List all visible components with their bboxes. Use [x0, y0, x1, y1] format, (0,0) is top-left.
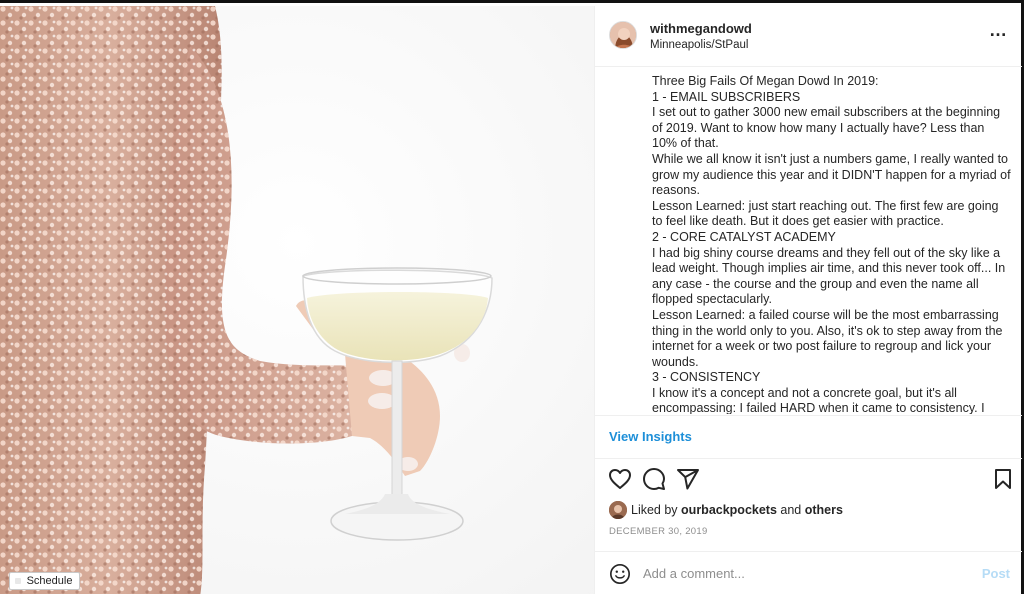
- caption-line: While we all know it isn't just a number…: [652, 151, 1011, 198]
- comment-icon[interactable]: [642, 467, 666, 491]
- view-insights-link[interactable]: View Insights: [609, 429, 692, 444]
- avatar-photo: [610, 22, 636, 48]
- caption-line: Lesson Learned: just start reaching out.…: [652, 198, 999, 229]
- post-button[interactable]: Post: [982, 566, 1010, 581]
- schedule-button[interactable]: Schedule: [9, 572, 80, 590]
- liked-prefix: Liked by: [631, 503, 678, 517]
- caption-line: Lesson Learned: a failed course will be …: [652, 307, 1003, 369]
- avatar[interactable]: [609, 21, 637, 49]
- liked-user-link[interactable]: ourbackpockets: [681, 503, 777, 517]
- photo-sequin-dress-champagne: [0, 6, 594, 594]
- post-side-panel: withmegandowd Minneapolis/StPaul … Three…: [594, 6, 1022, 594]
- heart-icon[interactable]: [608, 467, 632, 491]
- caption-line: I know it's a concept and not a concrete…: [652, 385, 985, 414]
- instagram-post-window: Schedule withmegandowd Minneapolis/StPau…: [0, 0, 1024, 594]
- emoji-icon[interactable]: [609, 563, 631, 585]
- post-photo[interactable]: Schedule: [0, 6, 594, 594]
- liked-and: and: [780, 503, 802, 517]
- more-options-icon[interactable]: …: [989, 20, 1008, 40]
- caption: Three Big Fails Of Megan Dowd In 2019: 1…: [652, 74, 1012, 414]
- insights-bar: View Insights: [595, 415, 1022, 459]
- liked-others-link[interactable]: others: [805, 503, 843, 517]
- liked-by-text: Liked by ourbackpockets and others: [631, 503, 843, 517]
- post-date[interactable]: DECEMBER 30, 2019: [609, 526, 708, 537]
- caption-line: I set out to gather 3000 new email subsc…: [652, 105, 1001, 151]
- bookmark-icon[interactable]: [991, 467, 1015, 491]
- action-bar: [595, 459, 1022, 499]
- caption-line: 1 - EMAIL SUBSCRIBERS: [652, 89, 801, 104]
- post-header: withmegandowd Minneapolis/StPaul …: [595, 6, 1022, 67]
- caption-line: I had big shiny course dreams and they f…: [652, 245, 1006, 307]
- location[interactable]: Minneapolis/StPaul: [650, 39, 748, 51]
- comment-input[interactable]: Add a comment...: [643, 566, 745, 581]
- caption-line: Three Big Fails Of Megan Dowd In 2019:: [652, 74, 879, 88]
- comment-bar: Add a comment... Post: [595, 551, 1022, 594]
- username[interactable]: withmegandowd: [650, 21, 752, 36]
- liker-avatar-photo: [609, 501, 627, 519]
- caption-line: 3 - CONSISTENCY: [652, 370, 761, 385]
- share-icon[interactable]: [676, 467, 700, 491]
- liker-avatar[interactable]: [609, 501, 627, 519]
- caption-line: 2 - CORE CATALYST ACADEMY: [652, 229, 836, 244]
